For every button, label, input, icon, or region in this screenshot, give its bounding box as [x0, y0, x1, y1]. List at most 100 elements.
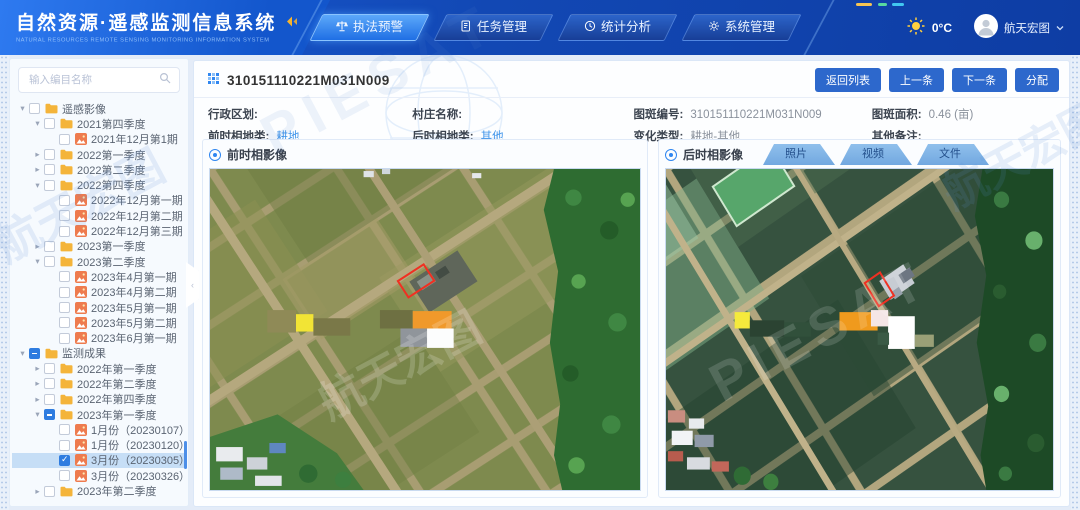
caret-right-icon[interactable]: ▸	[32, 486, 43, 497]
before-satellite-image[interactable]	[210, 169, 640, 490]
checkbox[interactable]	[44, 256, 55, 267]
caret-right-icon[interactable]: ▸	[32, 378, 43, 389]
tree-item-label: 2023年4月第二期	[91, 284, 177, 300]
tree-item[interactable]: 2022年12月第二期	[12, 208, 185, 223]
tree-item[interactable]: 2023年4月第二期	[12, 285, 185, 300]
after-tab-video[interactable]: 视频	[840, 144, 912, 165]
tree-item[interactable]: ▾遥感影像	[12, 101, 185, 116]
tree-item[interactable]: ▸2022第一季度	[12, 147, 185, 162]
tree-item-label: 2022年第四季度	[77, 391, 156, 407]
folder-icon	[60, 378, 73, 389]
tree-item[interactable]: ▾监测成果	[12, 346, 185, 361]
after-tab-file[interactable]: 文件	[917, 144, 989, 165]
image-file-icon	[75, 302, 87, 314]
tree-item[interactable]: 2021年12月第1期	[12, 132, 185, 147]
after-tab-photo[interactable]: 照片	[763, 144, 835, 165]
caret-down-icon[interactable]: ▾	[32, 180, 43, 191]
tree-item[interactable]: ▸2022年第一季度	[12, 361, 185, 376]
previous-button[interactable]: 上一条	[889, 68, 944, 92]
search-icon[interactable]	[159, 71, 171, 89]
tree-item[interactable]: ▾2022第四季度	[12, 177, 185, 192]
after-satellite-image[interactable]	[666, 169, 1053, 490]
caret-right-icon[interactable]: ▸	[32, 363, 43, 374]
tree-item[interactable]: ▸2023第一季度	[12, 239, 185, 254]
checkbox[interactable]	[44, 363, 55, 374]
checkbox[interactable]	[59, 226, 70, 237]
tree-item[interactable]: ▾2021第四季度	[12, 116, 185, 131]
clock-icon	[584, 15, 596, 42]
tree-item[interactable]: 2023年5月第一期	[12, 300, 185, 315]
nav-tab-2[interactable]: 任务管理	[440, 14, 547, 41]
horn-icon	[284, 11, 298, 33]
header-decor-dash	[856, 3, 872, 6]
checkbox[interactable]	[44, 164, 55, 175]
checkbox[interactable]: ✓	[59, 455, 70, 466]
tree-item[interactable]: ▾2023年第一季度	[12, 407, 185, 422]
tree-item[interactable]: 2023年6月第一期	[12, 330, 185, 345]
caret-down-icon[interactable]: ▾	[17, 103, 28, 114]
caret-right-icon[interactable]: ▸	[32, 164, 43, 175]
back-to-list-button[interactable]: 返回列表	[815, 68, 881, 92]
checkbox[interactable]	[59, 134, 70, 145]
tree-item[interactable]: 2022年12月第一期	[12, 193, 185, 208]
tree-item[interactable]: 2023年4月第一期	[12, 269, 185, 284]
checkbox[interactable]	[59, 302, 70, 313]
checkbox[interactable]	[44, 394, 55, 405]
checkbox[interactable]	[59, 317, 70, 328]
tree-item[interactable]: 2022年12月第三期	[12, 223, 185, 238]
user-menu[interactable]: 航天宏图	[974, 14, 1064, 41]
checkbox[interactable]	[29, 348, 40, 359]
checkbox[interactable]	[44, 180, 55, 191]
checkbox[interactable]	[44, 409, 55, 420]
checkbox[interactable]	[44, 118, 55, 129]
field: 村庄名称:	[412, 106, 633, 122]
assign-button[interactable]: 分配	[1015, 68, 1059, 92]
tree-item[interactable]: ▸ 2022年第四季度	[12, 392, 185, 407]
checkbox[interactable]	[44, 149, 55, 160]
caret-down-icon[interactable]: ▾	[32, 409, 43, 420]
tree-item[interactable]: 3月份（20230326）	[12, 468, 185, 483]
checkbox[interactable]	[59, 333, 70, 344]
checkbox[interactable]	[59, 440, 70, 451]
checkbox[interactable]	[29, 103, 40, 114]
tree-item[interactable]: 1月份（20230120）	[12, 438, 185, 453]
caret-down-icon[interactable]: ▾	[17, 348, 28, 359]
tree-item[interactable]: ▸2023年第二季度	[12, 483, 185, 498]
tree-item[interactable]: 2023年5月第二期	[12, 315, 185, 330]
app-title: 自然资源·遥感监测信息系统	[16, 8, 276, 35]
next-button[interactable]: 下一条	[952, 68, 1007, 92]
sidebar-scrollbar[interactable]	[184, 441, 187, 469]
tree-item-label: 2022年第二季度	[77, 376, 156, 392]
caret-right-icon[interactable]: ▸	[32, 149, 43, 160]
caret-down-icon[interactable]: ▾	[32, 118, 43, 129]
tree-item[interactable]: ▾2023第二季度	[12, 254, 185, 269]
search-input[interactable]	[27, 73, 159, 87]
checkbox[interactable]	[59, 271, 70, 282]
folder-icon	[60, 180, 73, 191]
tree-item-label: 3月份（20230305）	[91, 452, 185, 468]
tree-item[interactable]: ▸ 2022年第二季度	[12, 376, 185, 391]
caret-down-icon[interactable]: ▾	[32, 256, 43, 267]
checkbox[interactable]	[59, 210, 70, 221]
checkbox[interactable]	[59, 287, 70, 298]
field: 图斑面积:0.46 (亩)	[872, 106, 1059, 122]
tree-item[interactable]: 1月份（20230107）	[12, 422, 185, 437]
nav-tab-4[interactable]: 系统管理	[688, 14, 795, 41]
temperature: 0°C	[932, 21, 952, 35]
caret-right-icon[interactable]: ▸	[32, 394, 43, 405]
before-radio[interactable]	[209, 149, 221, 161]
checkbox[interactable]	[59, 424, 70, 435]
after-radio[interactable]	[665, 149, 677, 161]
right-dotted-border	[1071, 0, 1080, 510]
nav-tab-3[interactable]: 统计分析	[564, 14, 671, 41]
checkbox[interactable]	[59, 195, 70, 206]
caret-right-icon[interactable]: ▸	[32, 241, 43, 252]
checkbox[interactable]	[44, 378, 55, 389]
tree-item[interactable]: ✓ 3月份（20230305）	[12, 453, 185, 468]
tree-item[interactable]: ▸2022第二季度	[12, 162, 185, 177]
app-header: 自然资源·遥感监测信息系统 NATURAL RESOURCES REMOTE S…	[0, 0, 1080, 55]
nav-tab-1[interactable]: 执法预警	[316, 14, 423, 41]
checkbox[interactable]	[44, 486, 55, 497]
checkbox[interactable]	[44, 241, 55, 252]
checkbox[interactable]	[59, 470, 70, 481]
